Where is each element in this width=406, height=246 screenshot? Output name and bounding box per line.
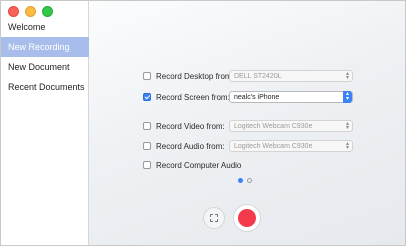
chevron-updown-icon: ▴ ▾ [345, 141, 349, 151]
record-video-value: Logitech Webcam C930e [234, 122, 313, 130]
sidebar-item-welcome[interactable]: Welcome [1, 17, 89, 37]
page-dot-1[interactable] [238, 178, 243, 183]
record-screen-label: Record Screen from: [156, 92, 230, 102]
sidebar-item-new-recording[interactable]: New Recording [1, 37, 89, 57]
minimize-window-button[interactable] [25, 6, 36, 17]
record-computer-audio-checkbox[interactable] [143, 161, 151, 169]
record-computer-audio-label: Record Computer Audio [156, 160, 242, 170]
close-window-button[interactable] [8, 6, 19, 17]
record-audio-select[interactable]: Logitech Webcam C930e ▴ ▾ [229, 140, 353, 152]
zoom-window-button[interactable] [42, 6, 53, 17]
page-indicator [238, 178, 252, 183]
record-computer-audio-row: Record Computer Audio [143, 158, 241, 172]
chevron-updown-icon: ▴ ▾ [345, 71, 349, 81]
record-video-select[interactable]: Logitech Webcam C930e ▴ ▾ [229, 120, 353, 132]
recording-panel: Record Desktop from: DELL ST2420L ▴ ▾ Rec… [89, 1, 405, 245]
record-video-row: Record Video from: [143, 119, 225, 133]
record-audio-value: Logitech Webcam C930e [234, 142, 313, 150]
sidebar-item-new-document[interactable]: New Document [1, 57, 89, 77]
record-screen-checkbox[interactable] [143, 93, 151, 101]
record-dot-icon [238, 209, 256, 227]
record-desktop-label: Record Desktop from: [156, 71, 234, 81]
app-window: Welcome New Recording New Document Recen… [0, 0, 406, 246]
chevron-updown-icon: ▴ ▾ [345, 121, 349, 131]
chevron-updown-icon: ▴ ▾ [343, 91, 352, 103]
sidebar: Welcome New Recording New Document Recen… [1, 1, 89, 245]
record-screen-select[interactable]: nealc's iPhone ▴ ▾ [229, 91, 353, 103]
record-screen-value: nealc's iPhone [234, 93, 280, 101]
record-audio-checkbox[interactable] [143, 142, 151, 150]
record-audio-row: Record Audio from: [143, 139, 224, 153]
window-controls [8, 6, 53, 17]
record-audio-label: Record Audio from: [156, 141, 225, 151]
record-desktop-select[interactable]: DELL ST2420L ▴ ▾ [229, 70, 353, 82]
page-dot-2[interactable] [247, 178, 252, 183]
record-desktop-checkbox[interactable] [143, 72, 151, 80]
sidebar-nav: Welcome New Recording New Document Recen… [1, 17, 89, 97]
record-desktop-value: DELL ST2420L [234, 72, 282, 80]
select-region-button[interactable] [203, 207, 225, 229]
record-desktop-row: Record Desktop from: [143, 69, 234, 83]
record-screen-row: Record Screen from: [143, 90, 230, 104]
sidebar-item-recent-documents[interactable]: Recent Documents [1, 77, 89, 97]
record-video-checkbox[interactable] [143, 122, 151, 130]
record-button[interactable] [233, 204, 261, 232]
record-video-label: Record Video from: [156, 121, 225, 131]
dashed-square-icon [210, 214, 218, 222]
